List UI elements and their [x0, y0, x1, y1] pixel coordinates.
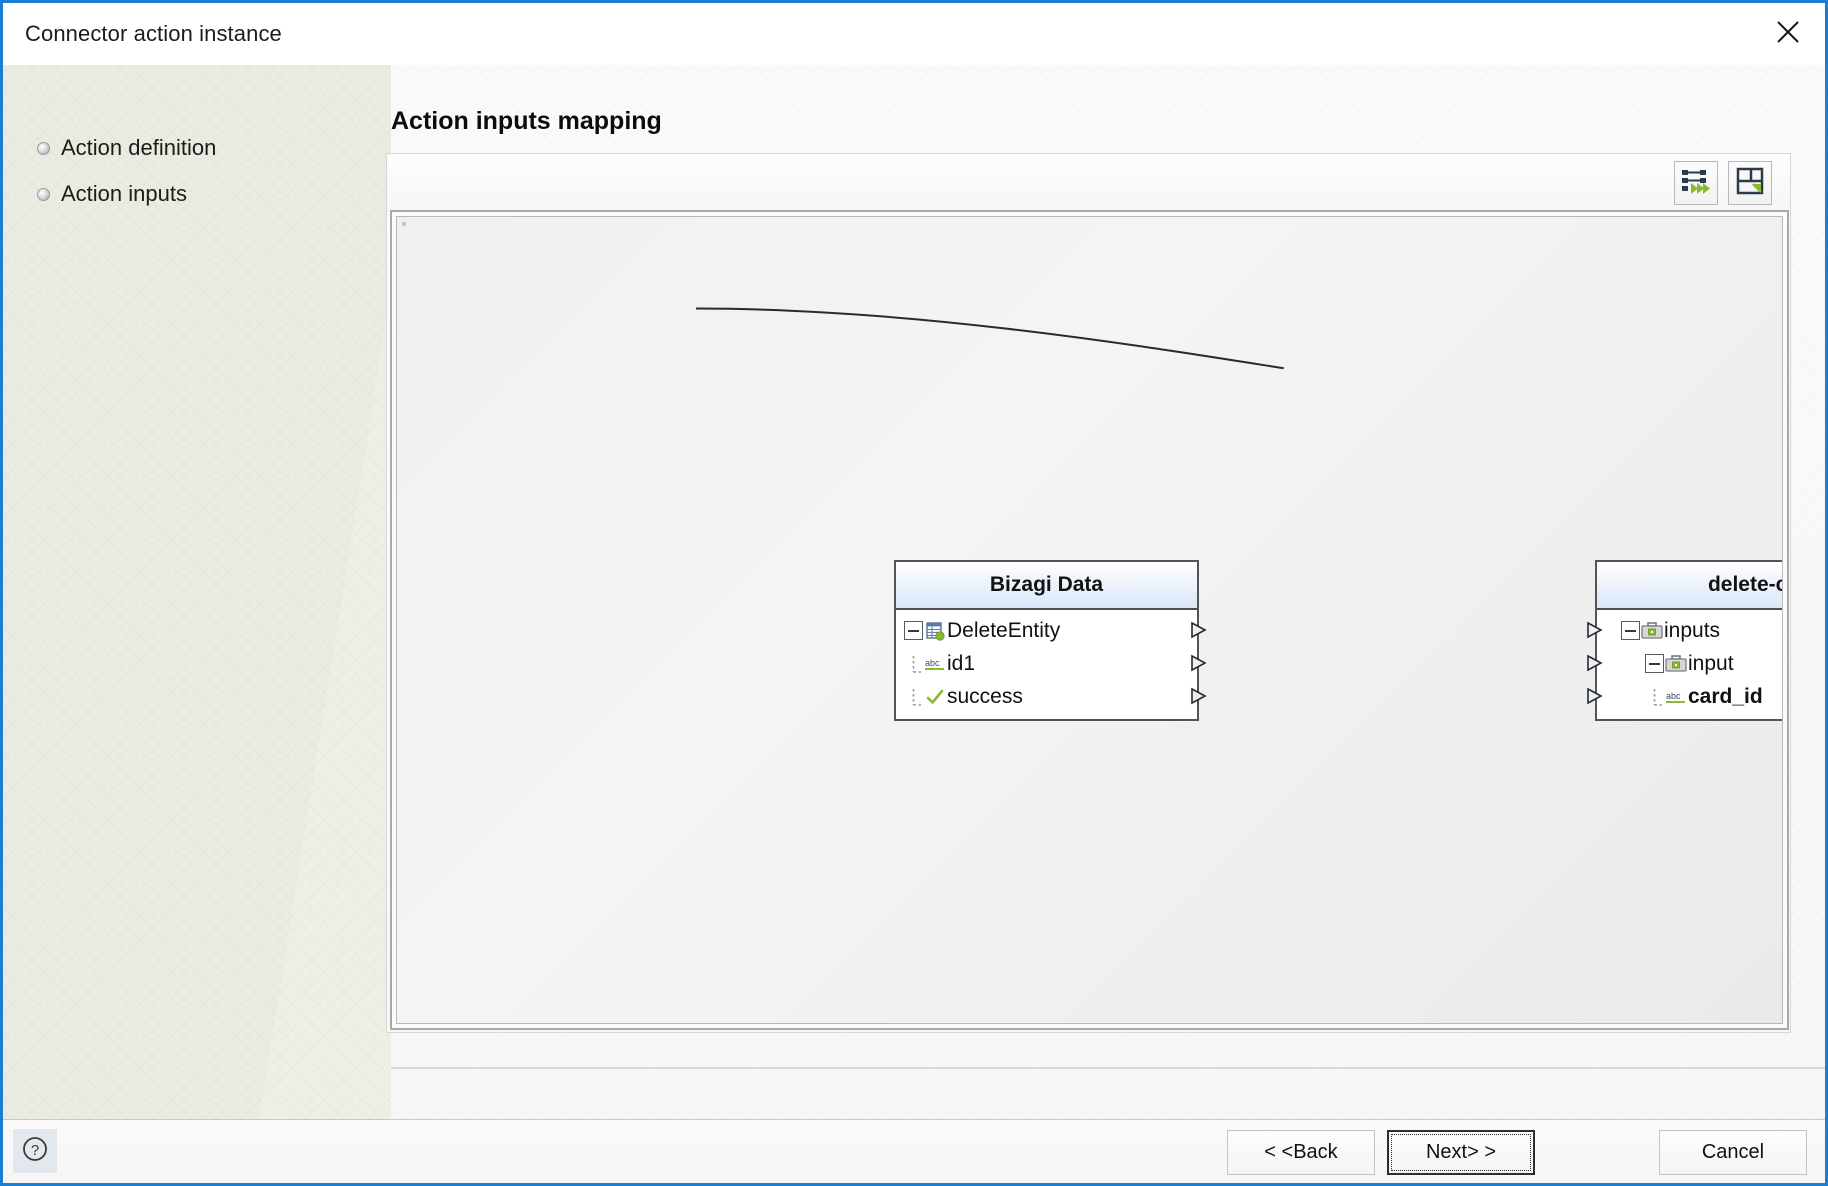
back-button[interactable]: < <Back — [1227, 1130, 1375, 1175]
tree-row[interactable]: inputs — [1587, 614, 1782, 647]
auto-map-button[interactable] — [1674, 161, 1718, 205]
connector-action-instance-dialog: Connector action instance Action definit… — [0, 0, 1828, 1186]
main-content: Action inputs mapping Bizagi Data Delete… — [386, 65, 1825, 1123]
cancel-button[interactable]: Cancel — [1659, 1130, 1807, 1175]
node-body: inputs input abc card_id — [1587, 610, 1782, 719]
abc-string-icon: abc — [1664, 686, 1688, 708]
sidebar-item-label: Action inputs — [61, 181, 187, 206]
input-port[interactable] — [1586, 654, 1604, 672]
sidebar-item-action-definition[interactable]: Action definition — [37, 125, 367, 171]
tree-item-label: DeleteEntity — [947, 618, 1061, 642]
close-button[interactable] — [1757, 5, 1819, 59]
fit-layout-icon — [1736, 167, 1764, 200]
tree-item-label: inputs — [1664, 618, 1721, 642]
svg-text:abc: abc — [1666, 691, 1681, 701]
svg-text:?: ? — [31, 1142, 39, 1159]
collapse-minus-icon[interactable] — [904, 621, 923, 640]
mapping-toolbar — [387, 154, 1790, 212]
input-port[interactable] — [1586, 621, 1604, 639]
node-header: Bizagi Data — [896, 562, 1197, 610]
help-button[interactable]: ? — [13, 1129, 57, 1173]
input-port[interactable] — [1586, 687, 1604, 705]
window-title: Connector action instance — [25, 21, 282, 46]
fit-layout-button[interactable] — [1728, 161, 1772, 205]
briefcase-icon — [1664, 653, 1688, 675]
tree-item-label: id1 — [947, 651, 976, 675]
green-check-icon — [923, 686, 947, 708]
output-port[interactable] — [1190, 654, 1208, 672]
node-body: DeleteEntity abc id1 success — [896, 610, 1207, 719]
sidebar-item-label: Action definition — [61, 135, 217, 160]
node-title: Bizagi Data — [989, 573, 1104, 596]
close-icon — [1775, 19, 1801, 45]
output-port[interactable] — [1190, 621, 1208, 639]
abc-string-icon: abc — [923, 653, 947, 675]
tree-row[interactable]: abc card_id — [1587, 680, 1782, 713]
tree-row[interactable]: DeleteEntity — [896, 614, 1207, 647]
node-title: delete-card — [1707, 573, 1782, 596]
wizard-step-list: Action definition Action inputs — [37, 125, 367, 217]
tree-row[interactable]: input — [1587, 647, 1782, 680]
briefcase-icon — [1640, 620, 1664, 642]
mapping-canvas[interactable]: Bizagi Data DeleteEntity abc id1 success… — [396, 216, 1783, 1024]
tree-row[interactable]: success — [896, 680, 1207, 713]
tree-row[interactable]: abc id1 — [896, 647, 1207, 680]
canvas-origin-marker — [402, 222, 406, 226]
sidebar-artwork — [3, 65, 391, 1123]
mapping-canvas-frame: Bizagi Data DeleteEntity abc id1 success… — [390, 210, 1789, 1030]
next-button-label: Next> > — [1425, 1141, 1497, 1163]
dialog-footer: ? < <Back Next> > Cancel — [3, 1119, 1825, 1183]
node-header: delete-card — [1597, 562, 1782, 610]
wizard-sidebar: Action definition Action inputs — [3, 65, 391, 1123]
next-button[interactable]: Next> > — [1387, 1130, 1535, 1175]
target-node-delete-card[interactable]: delete-card — [1587, 560, 1782, 721]
svg-text:abc: abc — [925, 658, 940, 668]
title-bar: Connector action instance — [3, 3, 1825, 65]
help-question-icon: ? — [20, 1134, 50, 1169]
bullet-icon — [37, 141, 50, 155]
tree-item-label: input — [1688, 651, 1734, 675]
source-node-bizagi-data[interactable]: Bizagi Data DeleteEntity abc id1 success — [894, 560, 1207, 721]
collapse-minus-icon[interactable] — [1645, 654, 1664, 673]
footer-separator — [391, 1067, 1825, 1069]
auto-map-icon — [1681, 168, 1711, 199]
entity-table-icon — [923, 620, 947, 642]
dialog-body: Action definition Action inputs Action i… — [3, 65, 1825, 1123]
output-port[interactable] — [1190, 687, 1208, 705]
mapping-panel: Bizagi Data DeleteEntity abc id1 success… — [386, 153, 1791, 1033]
sidebar-item-action-inputs[interactable]: Action inputs — [37, 171, 367, 217]
page-title: Action inputs mapping — [391, 107, 662, 135]
tree-item-label: card_id — [1688, 684, 1763, 708]
collapse-minus-icon[interactable] — [1621, 621, 1640, 640]
mapping-connection-id1-card_id — [695, 307, 1284, 370]
bullet-icon — [37, 187, 50, 201]
tree-item-label: success — [947, 684, 1023, 708]
